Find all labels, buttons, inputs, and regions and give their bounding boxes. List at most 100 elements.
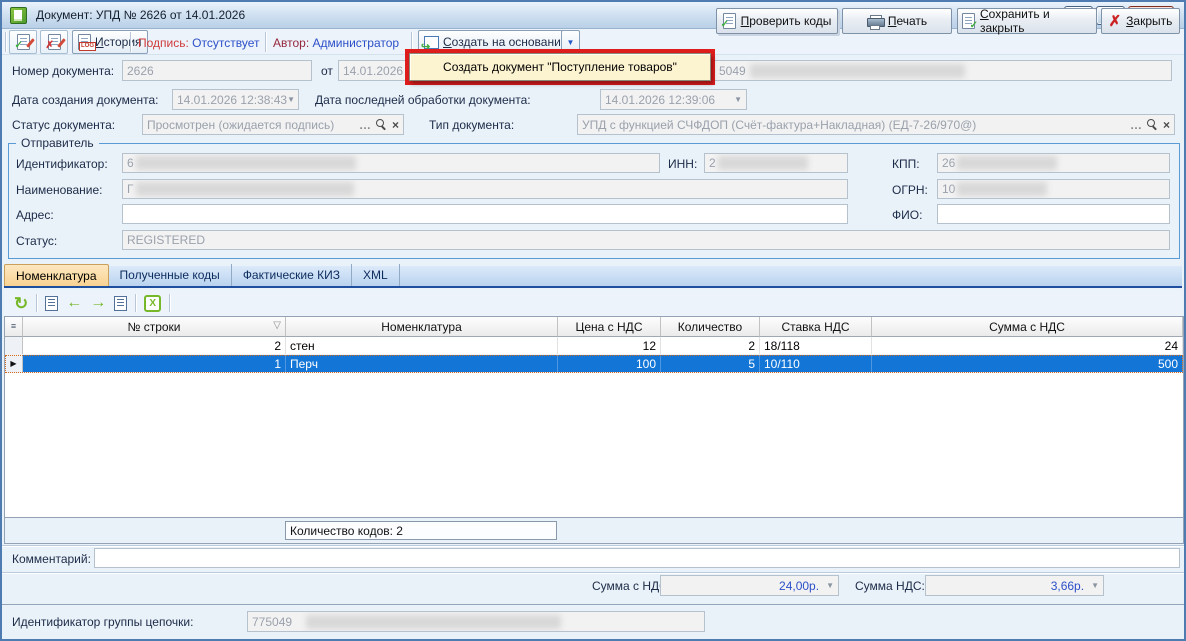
cell-vat-rate[interactable]: 18/118 [760,337,872,354]
created-date-combo[interactable]: 14.01.2026 12:38:43▼ [172,89,299,110]
check-codes-button[interactable]: ✓ Проверить коды [716,8,838,34]
column-header-price[interactable]: Цена с НДС [558,317,661,337]
sender-inn-field[interactable]: 2 [704,153,848,173]
print-button[interactable]: Печать [842,8,952,34]
ellipsis-icon[interactable]: … [1130,119,1142,131]
processed-date-combo[interactable]: 14.01.2026 12:39:06▼ [600,89,747,110]
sender-identifier-label: Идентификатор: [16,157,108,171]
document-reject-icon: ✗ [48,34,61,50]
column-header-line-number[interactable]: № строки▽ [23,317,286,337]
sender-fio-field[interactable] [937,204,1170,224]
search-icon[interactable] [376,119,387,130]
separator-line [2,572,1184,573]
cell-nomenclature[interactable]: стен [286,337,558,354]
list-import-icon[interactable] [114,296,127,311]
create-receipt-menu-item[interactable]: Создать документ "Поступление товаров" [409,53,711,81]
cell-vat-rate[interactable]: 10/110 [760,355,872,372]
chain-group-field[interactable]: 775049 [247,611,705,632]
cell-price[interactable]: 100 [558,355,661,372]
sender-kpp-label: КПП: [892,157,920,171]
sender-inn-label: ИНН: [668,157,697,171]
tab-received-codes[interactable]: Полученные коды [109,264,232,286]
signature-label: Подпись: [138,36,189,50]
table-row-selected[interactable]: ▶ 1 Перч 100 5 10/110 500 [5,355,1183,373]
sum-with-vat-combo[interactable]: 24,00р.▼ [660,575,839,596]
cell-line-number[interactable]: 2 [23,337,286,354]
tab-nomenclature[interactable]: Номенклатура [4,264,109,286]
column-header-vat-rate[interactable]: Ставка НДС [760,317,872,337]
grid-header-row: ≡ № строки▽ Номенклатура Цена с НДС Коли… [5,317,1183,337]
history-log-icon: LOG [78,34,91,50]
save-and-close-button[interactable]: ✓ Сохранить и закрыть [957,8,1097,34]
sender-kpp-field[interactable]: 26 [937,153,1170,173]
redacted-blur [136,182,354,196]
sender-address-label: Адрес: [16,208,54,222]
clear-icon[interactable]: × [392,119,399,131]
arrow-left-icon[interactable]: ← [66,295,82,311]
toolbar-separator [265,32,266,52]
redacted-blur [136,156,356,170]
author-status: Автор: Администратор [273,36,399,50]
sender-ogrn-field[interactable]: 10 [937,179,1170,199]
nomenclature-grid: ≡ № строки▽ Номенклатура Цена с НДС Коли… [4,316,1184,518]
combo-arrow-icon: ▼ [826,581,834,590]
cell-quantity[interactable]: 5 [661,355,760,372]
toolbar-separator [5,32,6,52]
search-icon[interactable] [1147,119,1158,130]
cell-quantity[interactable]: 2 [661,337,760,354]
tab-actual-kiz[interactable]: Фактические КИЗ [232,264,352,286]
clear-icon[interactable]: × [1163,119,1170,131]
cell-price[interactable]: 12 [558,337,661,354]
author-label: Автор: [273,36,309,50]
history-button[interactable]: LOG История [72,30,148,54]
codes-count-cell: Количество кодов: 2 [285,521,557,540]
list-export-icon[interactable] [45,296,58,311]
doc-status-field[interactable]: Просмотрен (ожидается подпись) … × [142,114,404,135]
close-document-button[interactable]: ✗ Закрыть [1101,8,1180,34]
ellipsis-icon[interactable]: … [359,119,371,131]
signature-status: Подпись: Отсутствует [138,36,259,50]
cell-sum[interactable]: 500 [872,355,1183,372]
refresh-icon[interactable]: ↻ [14,295,28,312]
sender-identifier-field[interactable]: 6 [122,153,660,173]
combo-arrow-icon: ▼ [1091,581,1099,590]
excel-export-icon[interactable]: X [144,295,161,312]
cell-line-number[interactable]: 1 [23,355,286,372]
redacted-blur [957,156,1057,170]
toolbar-separator [169,294,170,312]
cell-sum[interactable]: 24 [872,337,1183,354]
created-date-label: Дата создания документа: [12,93,159,107]
sender-address-field[interactable] [122,204,848,224]
sender-legend: Отправитель [16,136,99,150]
grid-corner-button[interactable]: ≡ [5,317,23,337]
doc-number-field[interactable]: 2626 [122,60,312,81]
doc-type-field[interactable]: УПД с функцией СЧФДОП (Счёт-фактура+Накл… [577,114,1175,135]
table-row[interactable]: 2 стен 12 2 18/118 24 [5,337,1183,355]
document-window: Документ: УПД № 2626 от 14.01.2026 × ✓ ✗… [0,0,1186,641]
column-header-sum[interactable]: Сумма с НДС [872,317,1183,337]
column-header-quantity[interactable]: Количество [661,317,760,337]
row-indicator-cell: ▶ [5,355,23,372]
check-codes-icon: ✓ [723,13,736,29]
comment-input[interactable] [94,548,1180,568]
sender-name-field[interactable]: Г [122,179,848,199]
create-based-on-label: Создать на основании [443,35,568,49]
author-value: Администратор [313,36,400,50]
close-x-icon: ✗ [1109,14,1122,29]
current-row-marker-icon: ▶ [10,359,16,368]
doc-status-label: Статус документа: [12,118,115,132]
reject-signature-button[interactable]: ✗ [40,30,68,54]
window-title: Документ: УПД № 2626 от 14.01.2026 [36,8,245,22]
sign-document-button[interactable]: ✓ [9,30,37,54]
sender-status-field[interactable]: REGISTERED [122,230,1170,250]
app-icon [10,7,27,24]
column-header-nomenclature[interactable]: Номенклатура [286,317,558,337]
cell-nomenclature[interactable]: Перч [286,355,558,372]
save-document-icon: ✓ [962,13,975,29]
redacted-blur [957,182,1047,196]
sender-status-label: Статус: [16,234,57,248]
tab-xml[interactable]: XML [352,264,400,286]
vat-sum-combo[interactable]: 3,66р.▼ [925,575,1104,596]
arrow-right-icon[interactable]: → [90,295,106,311]
redacted-blur [306,615,561,629]
